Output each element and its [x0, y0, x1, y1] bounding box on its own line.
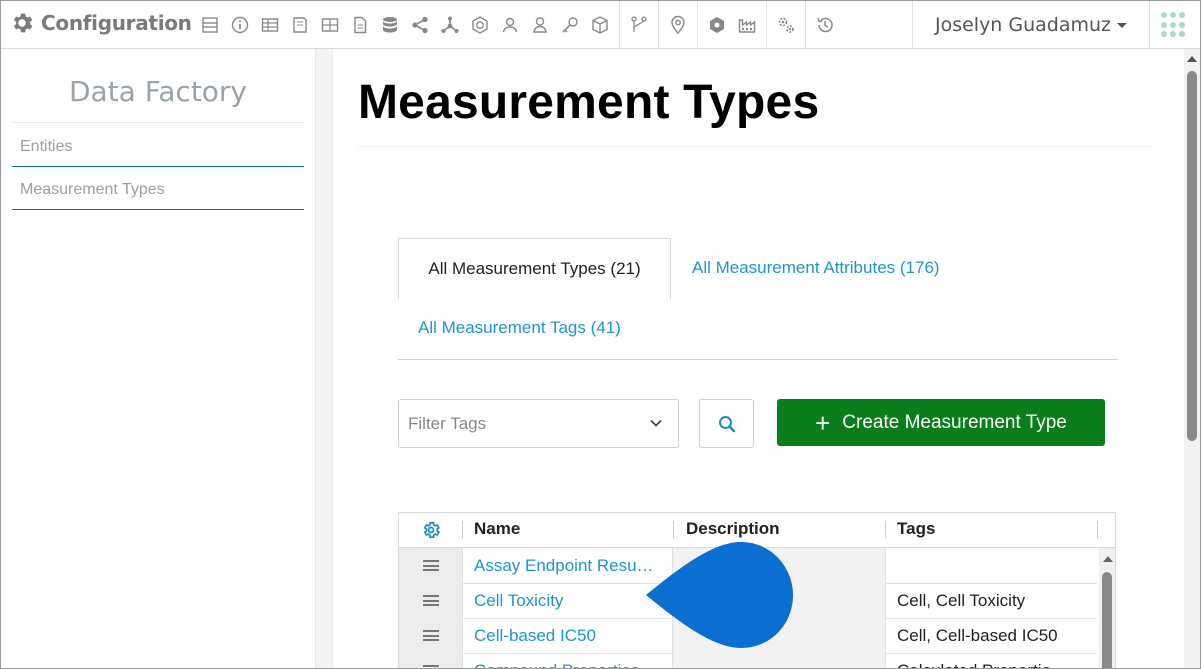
share-icon[interactable] — [405, 1, 435, 48]
tab-measurement-tags[interactable]: All Measurement Tags (41) — [418, 318, 621, 338]
document-icon[interactable] — [345, 1, 375, 48]
row-tags: Cell, Cell-based IC50 — [897, 626, 1058, 645]
toolbar-icons — [195, 1, 840, 48]
chevron-down-icon — [650, 419, 662, 427]
shield-icon[interactable] — [702, 1, 732, 48]
book-icon[interactable] — [285, 1, 315, 48]
row-description — [673, 653, 886, 668]
toolbar-divider — [805, 1, 806, 48]
factory-icon[interactable] — [732, 1, 762, 48]
create-button-label: Create Measurement Type — [842, 411, 1067, 433]
network-icon[interactable] — [435, 1, 465, 48]
table-row[interactable]: Compound Properties Calculated Propertie — [399, 653, 1097, 668]
drag-handle-icon — [422, 630, 439, 641]
drag-handle-icon — [422, 595, 439, 606]
page-scrollbar-thumb[interactable] — [1187, 71, 1197, 441]
drag-handle-icon — [422, 665, 439, 668]
row-name-link[interactable]: Cell Toxicity — [462, 583, 673, 618]
app-window: Configuration Joselyn Guadamuz Data Fact… — [0, 0, 1201, 669]
search-icon — [718, 415, 735, 432]
top-toolbar: Configuration Joselyn Guadamuz — [1, 1, 1200, 49]
page-title: Measurement Types — [358, 76, 820, 129]
chemistry-icon[interactable] — [465, 1, 495, 48]
key-icon[interactable] — [555, 1, 585, 48]
info-icon[interactable] — [225, 1, 255, 48]
row-tags: Calculated Propertie — [885, 653, 1097, 668]
grid-scrollbar[interactable] — [1099, 548, 1115, 668]
toolbar-divider — [658, 1, 659, 48]
app-title: Configuration — [41, 11, 192, 35]
sidebar-item-measurement-types[interactable]: Measurement Types — [12, 170, 304, 210]
row-name-link[interactable]: Assay Endpoint Resu… — [462, 548, 673, 583]
caret-down-icon — [1117, 23, 1128, 28]
layout-icon[interactable] — [195, 1, 225, 48]
grid-scrollbar-thumb[interactable] — [1102, 572, 1112, 668]
sidebar-title: Data Factory — [68, 75, 248, 108]
row-name-link[interactable]: Compound Properties — [462, 653, 673, 668]
gear-icon — [423, 521, 440, 539]
tab-measurement-attributes[interactable]: All Measurement Attributes (176) — [692, 258, 940, 278]
group-icon[interactable] — [495, 1, 525, 48]
grid-icon[interactable] — [315, 1, 345, 48]
row-tags: Cell, Cell Toxicity — [897, 591, 1026, 610]
drag-handle-icon — [422, 560, 439, 571]
cube-icon[interactable] — [585, 1, 615, 48]
gear-icon — [13, 13, 33, 33]
title-divider — [358, 146, 1153, 147]
table-icon[interactable] — [255, 1, 285, 48]
toolbar-divider — [619, 1, 620, 48]
filter-tags-select[interactable]: Filter Tags — [398, 399, 679, 448]
column-divider[interactable] — [1097, 521, 1098, 539]
create-measurement-type-button[interactable]: + Create Measurement Type — [777, 399, 1105, 446]
scroll-up-arrow-icon[interactable] — [1187, 56, 1197, 62]
page-scrollbar[interactable] — [1184, 49, 1200, 668]
user-icon[interactable] — [525, 1, 555, 48]
pointer-marker-icon — [646, 542, 793, 648]
sidebar-divider — [12, 122, 304, 123]
tab-bar: All Measurement Types (21) All Measureme… — [398, 238, 1117, 360]
column-settings-button[interactable] — [399, 513, 462, 547]
plus-icon: + — [815, 407, 831, 438]
workflow-icon[interactable] — [624, 1, 654, 48]
scroll-up-arrow-icon[interactable] — [1103, 556, 1113, 562]
toolbar-divider — [697, 1, 698, 48]
row-tags — [885, 548, 1097, 583]
filter-tags-placeholder: Filter Tags — [408, 414, 487, 433]
user-name: Joselyn Guadamuz — [934, 13, 1112, 36]
app-brand[interactable]: Configuration — [9, 10, 192, 36]
database-icon[interactable] — [375, 1, 405, 48]
sidebar-splitter[interactable] — [316, 49, 333, 668]
row-drag-handle[interactable] — [399, 583, 463, 618]
location-icon[interactable] — [663, 1, 693, 48]
row-drag-handle[interactable] — [399, 618, 463, 653]
sidebar-item-entities[interactable]: Entities — [12, 127, 304, 167]
tab-measurement-types[interactable]: All Measurement Types (21) — [398, 238, 671, 299]
apps-grid-icon[interactable] — [1161, 12, 1187, 38]
row-drag-handle[interactable] — [399, 653, 463, 668]
column-divider[interactable] — [673, 521, 674, 539]
row-name-link[interactable]: Cell-based IC50 — [462, 618, 673, 653]
settings-icon[interactable] — [771, 1, 801, 48]
toolbar-divider — [766, 1, 767, 48]
search-button[interactable] — [699, 399, 754, 448]
column-header-tags[interactable]: Tags — [897, 513, 935, 547]
sidebar: Data Factory Entities Measurement Types — [1, 49, 316, 668]
user-menu[interactable]: Joselyn Guadamuz — [912, 1, 1150, 48]
column-divider — [462, 521, 463, 539]
row-drag-handle[interactable] — [399, 548, 463, 583]
column-divider[interactable] — [885, 521, 886, 539]
column-header-name[interactable]: Name — [474, 513, 520, 547]
history-icon[interactable] — [810, 1, 840, 48]
